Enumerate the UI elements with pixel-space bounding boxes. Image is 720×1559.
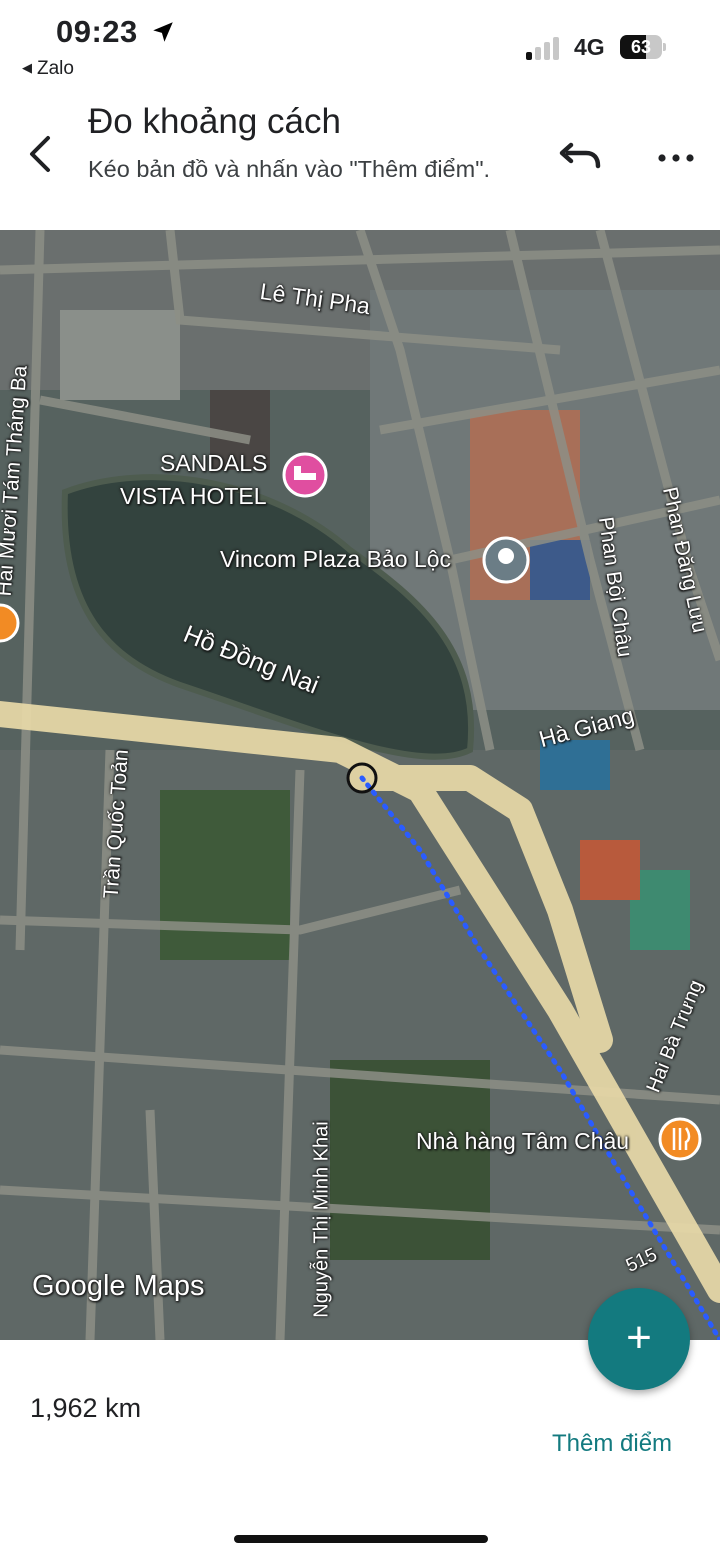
- add-point-button[interactable]: Thêm điểm: [552, 1430, 672, 1458]
- place-label-nha-hang: Nhà hàng Tâm Châu: [416, 1128, 630, 1154]
- page-title: Đo khoảng cách: [88, 102, 341, 141]
- page-subtitle: Kéo bản đồ và nhấn vào "Thêm điểm".: [88, 156, 491, 182]
- battery-level: 63: [630, 37, 652, 57]
- app-header: Đo khoảng cách Kéo bản đồ và nhấn vào "T…: [0, 90, 720, 230]
- undo-icon[interactable]: [556, 140, 602, 176]
- map-view[interactable]: Lê Thị Pha Hai Mươi Tám Tháng Ba SANDALS…: [0, 230, 720, 1340]
- back-app-label: Zalo: [37, 58, 74, 79]
- clock: 09:23: [56, 14, 138, 49]
- street-label-nguyen-thi-minh-khai: Nguyễn Thị Minh Khai: [310, 1121, 333, 1318]
- google-maps-watermark: Google Maps: [32, 1270, 205, 1302]
- hotel-label-line2: VISTA HOTEL: [120, 483, 267, 509]
- plus-icon: +: [626, 1313, 652, 1362]
- home-indicator[interactable]: [234, 1535, 488, 1543]
- back-arrow-icon[interactable]: [26, 134, 60, 174]
- back-triangle-icon: ◀: [22, 60, 32, 75]
- distance-value: 1,962 km: [30, 1393, 142, 1423]
- back-to-app-link[interactable]: ◀ Zalo: [22, 58, 74, 80]
- hotel-label-line1: SANDALS: [160, 450, 268, 476]
- add-point-fab[interactable]: +: [588, 1288, 690, 1390]
- place-label-vincom: Vincom Plaza Bảo Lộc: [220, 546, 451, 572]
- more-icon[interactable]: [656, 144, 696, 172]
- signal-icon: [526, 36, 562, 60]
- network-type: 4G: [574, 34, 605, 60]
- battery-icon: 63: [620, 35, 666, 59]
- status-bar: 09:23 ◀ Zalo 4G 63: [0, 0, 720, 90]
- location-arrow-icon: [153, 22, 173, 42]
